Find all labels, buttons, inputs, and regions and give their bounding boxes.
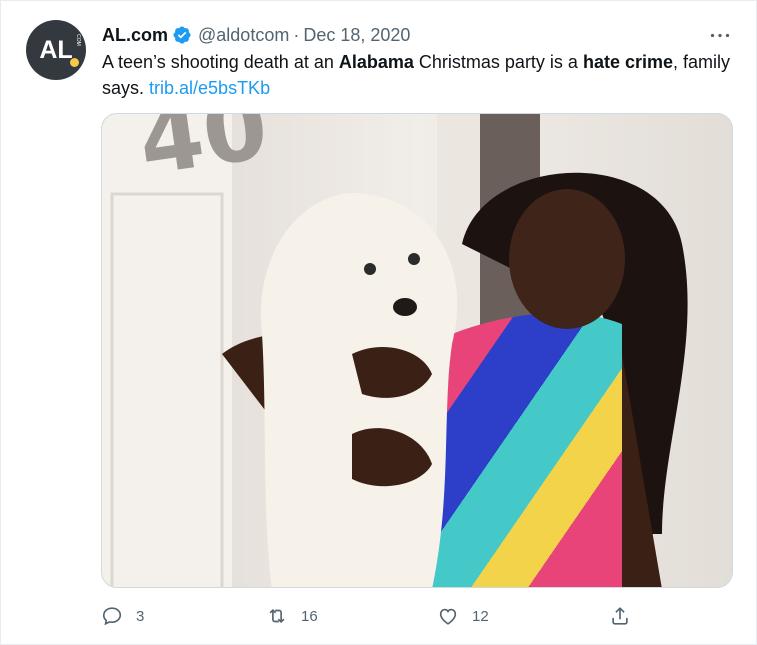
tweet-actions: 3 16 12 <box>101 602 641 630</box>
avatar-logo-sub: COM <box>74 34 81 46</box>
tweet-link[interactable]: trib.al/e5bsTKb <box>149 78 270 98</box>
retweet-icon <box>266 605 288 627</box>
retweet-button[interactable]: 16 <box>266 602 318 630</box>
tweet-text-part: Christmas party is a <box>413 52 583 72</box>
reply-count: 3 <box>136 607 145 625</box>
like-button[interactable]: 12 <box>437 602 489 630</box>
reply-button[interactable]: 3 <box>101 602 144 630</box>
avatar-logo-text: AL <box>39 35 73 64</box>
more-horizontal-icon[interactable] <box>708 27 732 43</box>
photo-illustration: 40 <box>102 114 732 587</box>
tweet-text-bold: hate crime <box>582 52 673 72</box>
share-button[interactable] <box>609 602 631 630</box>
share-icon <box>609 605 631 627</box>
tweet-text: A teen’s shooting death at an Alabama Ch… <box>102 49 732 101</box>
tweet-header: AL.com @aldotcom · Dec 18, 2020 <box>102 23 410 47</box>
like-count: 12 <box>472 607 489 625</box>
author-handle[interactable]: @aldotcom <box>198 25 289 46</box>
reply-icon <box>101 605 123 627</box>
tweet-date[interactable]: Dec 18, 2020 <box>303 25 410 46</box>
retweet-count: 16 <box>301 607 318 625</box>
avatar-logo-dot <box>70 58 79 67</box>
avatar[interactable]: AL COM <box>26 20 86 80</box>
header-separator: · <box>293 24 300 45</box>
verified-badge-icon <box>172 25 192 45</box>
tweet-text-bold: Alabama <box>338 52 414 72</box>
author-name[interactable]: AL.com <box>102 25 168 46</box>
tweet-photo[interactable]: 40 <box>101 113 733 588</box>
heart-icon <box>437 605 459 627</box>
tweet-card[interactable]: AL COM AL.com @aldotcom · Dec 18, 2020 A… <box>0 0 757 645</box>
tweet-text-part: A teen’s shooting death at an <box>102 52 339 72</box>
